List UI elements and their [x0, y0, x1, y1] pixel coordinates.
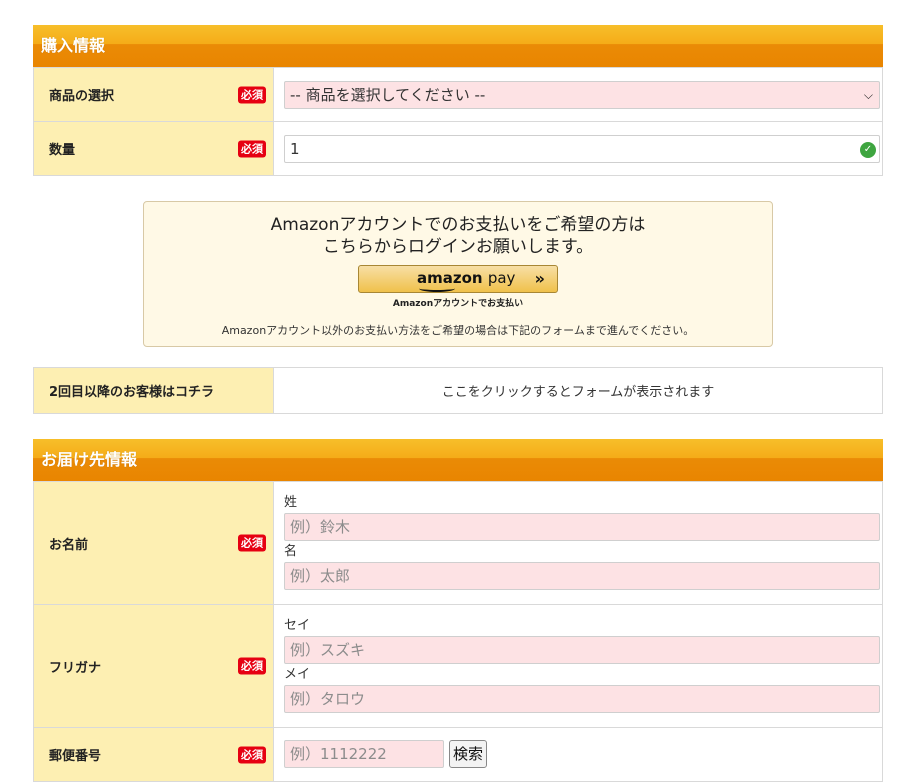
quantity-field-cell: 1 ✓ [273, 121, 883, 176]
product-label-cell: 商品の選択 必須 [33, 67, 274, 122]
quantity-value: 1 [290, 139, 300, 158]
delivery-section-header: お届け先情報 [33, 439, 883, 481]
amazon-note: Amazonアカウント以外のお支払い方法をご希望の場合は下記のフォームまで進んで… [221, 324, 695, 337]
repeat-customer-table: 2回目以降のお客様はコチラ ここをクリックするとフォームが表示されます [33, 367, 883, 414]
delivery-form-table: お名前 必須 姓 例）鈴木 名 例）太郎 フリガナ 必須 セイ 例）スズキ メイ… [33, 481, 883, 782]
amazon-pay-box: Amazonアカウントでのお支払いをご希望の方は こちらからログインお願いします… [143, 201, 773, 347]
amazon-message-line2: こちらからログインお願いします。 [322, 237, 594, 257]
purchase-section-header: 購入情報 [33, 25, 883, 67]
double-chevron-right-icon: » [534, 269, 545, 288]
name-label-cell: お名前 必須 [33, 481, 274, 605]
last-name-label: 姓 [284, 495, 298, 510]
first-kana-input[interactable]: 例）タロウ [284, 685, 880, 713]
purchase-form-table: 商品の選択 必須 -- 商品を選択してください -- ⌵ 数量 必須 1 ✓ [33, 67, 883, 176]
repeat-toggle-link[interactable]: ここをクリックするとフォームが表示されます [273, 367, 883, 414]
repeat-label: 2回目以降のお客様はコチラ [49, 385, 215, 400]
furigana-row: フリガナ 必須 セイ 例）スズキ メイ 例）タロウ [33, 604, 883, 728]
first-kana-label: メイ [284, 667, 311, 682]
repeat-label-cell: 2回目以降のお客様はコチラ [33, 367, 274, 414]
postal-code-input[interactable]: 例）1112222 [284, 740, 444, 768]
postal-label-cell: 郵便番号 必須 [33, 727, 274, 782]
product-field-cell: -- 商品を選択してください -- ⌵ [273, 67, 883, 122]
check-valid-icon: ✓ [860, 141, 876, 158]
name-row: お名前 必須 姓 例）鈴木 名 例）太郎 [33, 481, 883, 605]
product-select[interactable]: -- 商品を選択してください -- ⌵ [284, 80, 880, 109]
first-name-input[interactable]: 例）太郎 [284, 562, 880, 590]
postal-field-cell: 例）1112222 検索 [273, 727, 883, 782]
amazon-smile-icon [419, 285, 455, 292]
furigana-field-cell: セイ 例）スズキ メイ 例）タロウ [273, 604, 883, 728]
amazon-message: Amazonアカウントでのお支払いをご希望の方は こちらからログインお願いします… [144, 214, 772, 258]
furigana-label-cell: フリガナ 必須 [33, 604, 274, 728]
quantity-row: 数量 必須 1 ✓ [33, 121, 883, 176]
amazon-pay-button[interactable]: amazon pay » [358, 265, 558, 293]
name-field-cell: 姓 例）鈴木 名 例）太郎 [273, 481, 883, 605]
first-name-label: 名 [284, 544, 298, 559]
last-kana-input[interactable]: 例）スズキ [284, 636, 880, 664]
required-badge: 必須 [238, 657, 266, 675]
required-badge: 必須 [238, 86, 266, 103]
product-row: 商品の選択 必須 -- 商品を選択してください -- ⌵ [33, 67, 883, 122]
quantity-label-cell: 数量 必須 [33, 121, 274, 176]
amazon-message-line1: Amazonアカウントでのお支払いをご希望の方は [270, 215, 646, 235]
required-badge: 必須 [238, 746, 266, 763]
last-kana-label: セイ [284, 618, 311, 633]
quantity-label: 数量 [49, 143, 76, 158]
product-select-value: -- 商品を選択してください -- [290, 85, 486, 104]
repeat-customer-row[interactable]: 2回目以降のお客様はコチラ ここをクリックするとフォームが表示されます [33, 367, 883, 414]
product-label: 商品の選択 [49, 89, 115, 104]
last-name-input[interactable]: 例）鈴木 [284, 513, 880, 541]
postal-row: 郵便番号 必須 例）1112222 検索 [33, 727, 883, 782]
chevron-down-icon: ⌵ [863, 87, 873, 102]
postal-search-button[interactable]: 検索 [449, 740, 488, 768]
name-label: お名前 [49, 537, 89, 553]
pay-logo-text: pay [487, 269, 516, 287]
amazon-pay-caption: Amazonアカウントでお支払い [392, 299, 524, 309]
postal-label: 郵便番号 [49, 749, 102, 764]
quantity-input[interactable]: 1 ✓ [284, 134, 880, 163]
furigana-label: フリガナ [49, 660, 102, 676]
required-badge: 必須 [238, 534, 266, 552]
required-badge: 必須 [238, 140, 266, 157]
